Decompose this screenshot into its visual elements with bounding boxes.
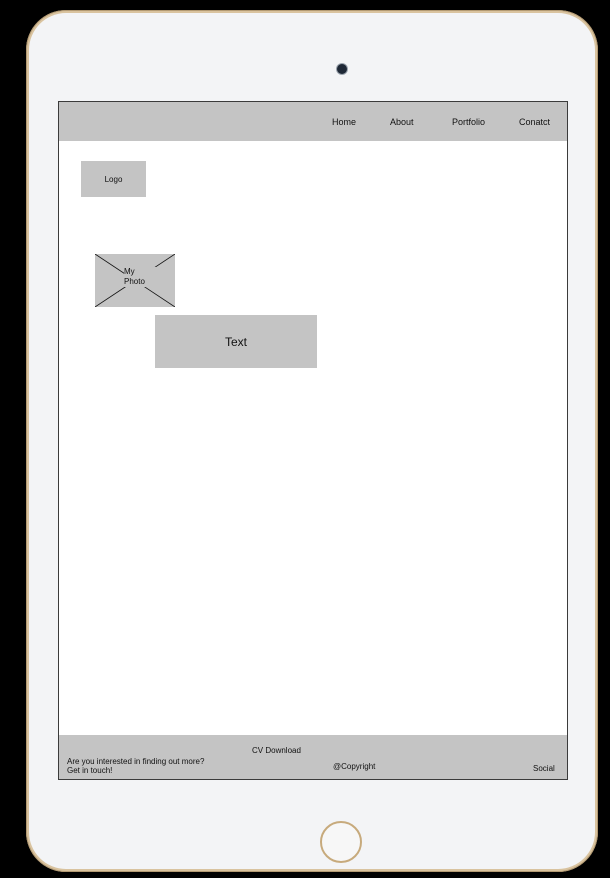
home-button[interactable] xyxy=(320,821,362,863)
photo-label: My Photo xyxy=(124,267,164,287)
camera-icon xyxy=(337,64,347,74)
text-placeholder-label: Text xyxy=(224,334,247,349)
nav-link-about[interactable]: About xyxy=(390,116,414,128)
nav-link-portfolio[interactable]: Portfolio xyxy=(452,116,485,128)
cv-download-link[interactable]: CV Download xyxy=(252,746,301,756)
get-in-touch-link[interactable]: Get in touch! xyxy=(67,766,112,776)
nav-link-contact[interactable]: Conatct xyxy=(519,116,550,128)
logo-label: Logo xyxy=(104,174,123,184)
social-links[interactable]: Social xyxy=(533,764,555,774)
text-placeholder: Text xyxy=(155,315,317,368)
copyright-text: @Copyright xyxy=(333,762,376,771)
photo-placeholder: My Photo xyxy=(95,254,175,307)
nav-link-home[interactable]: Home xyxy=(332,116,356,128)
logo-placeholder[interactable]: Logo xyxy=(81,161,146,197)
top-navbar: Home About Portfolio Conatct xyxy=(59,102,567,141)
footer: CV Download Are you interested in findin… xyxy=(59,735,567,779)
website-wireframe: Home About Portfolio Conatct Logo My Pho… xyxy=(58,101,568,780)
